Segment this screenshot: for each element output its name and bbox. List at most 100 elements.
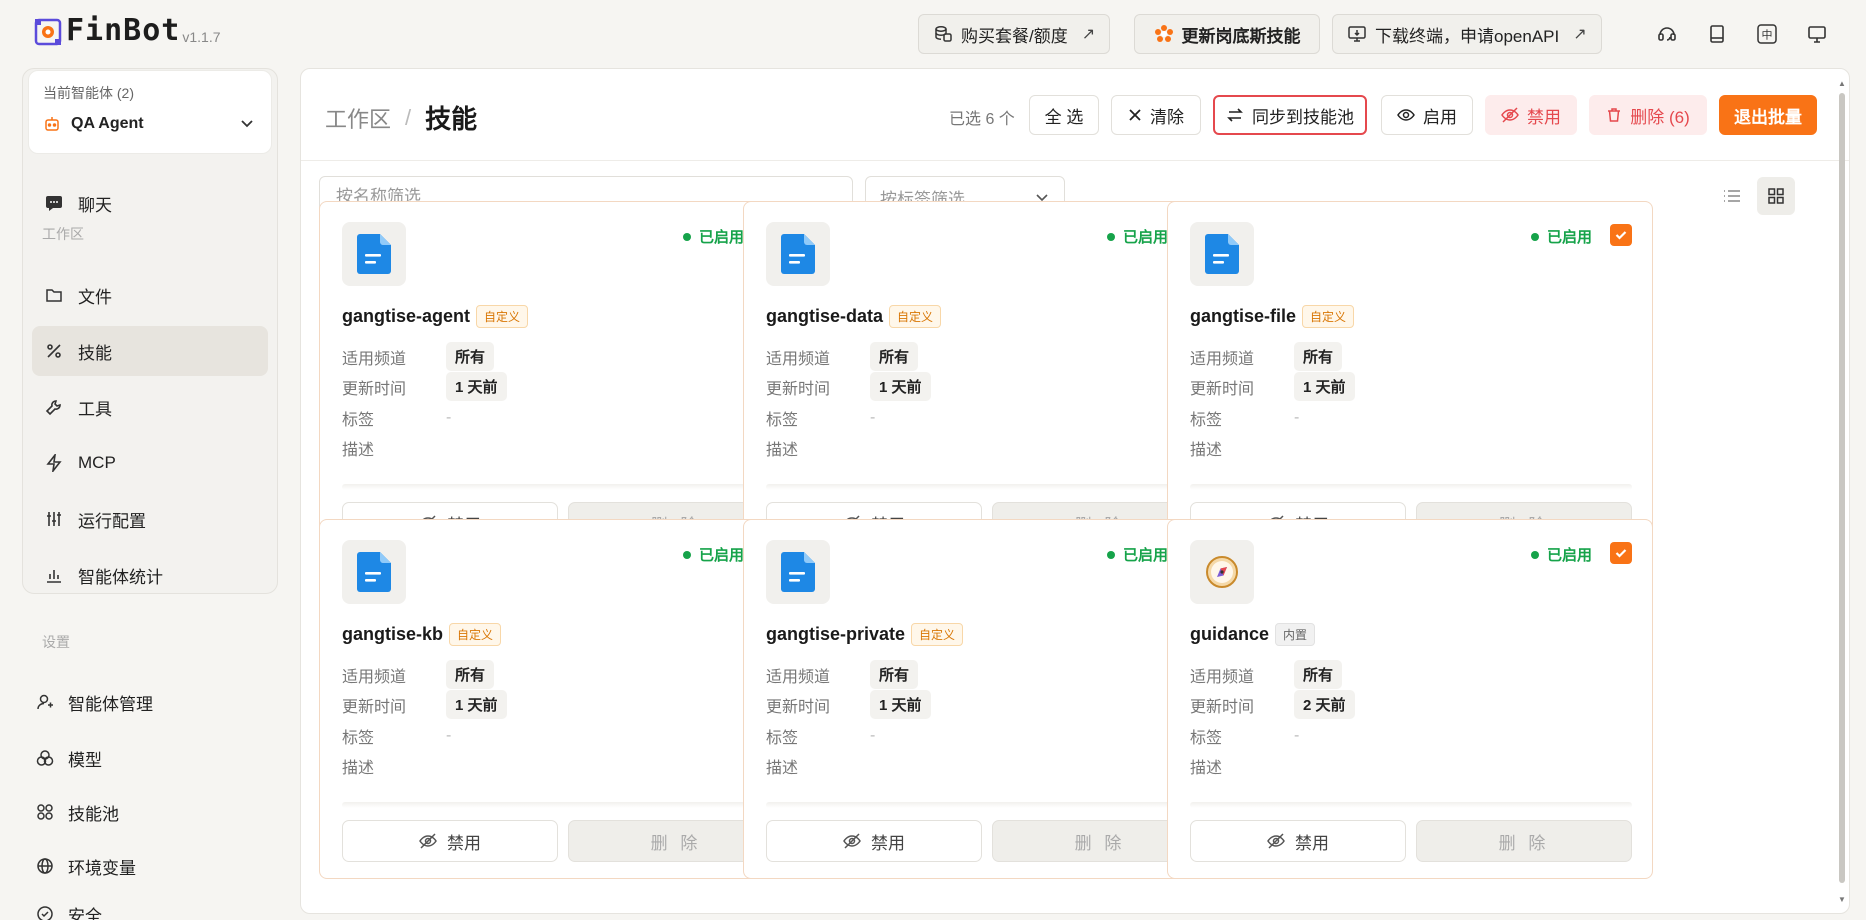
language-icon[interactable]: 中	[1754, 21, 1780, 47]
card-delete-button[interactable]: 删 除	[1416, 820, 1632, 862]
status-badge: 已启用	[682, 226, 744, 247]
status-badge: 已启用	[682, 544, 744, 565]
update-skills-label: 更新岗底斯技能	[1181, 26, 1301, 46]
channel-row: 适用频道 所有	[1190, 660, 1343, 689]
channel-value: 所有	[446, 342, 495, 371]
monitor-icon[interactable]	[1804, 21, 1830, 47]
update-skills-button[interactable]: 更新岗底斯技能	[1134, 14, 1320, 54]
skill-icon-box	[342, 222, 406, 286]
app-name: FinBot	[66, 13, 181, 48]
status-badge: 已启用	[1106, 544, 1168, 565]
settings-section-title: 设置	[42, 634, 70, 650]
tags-value: -	[446, 409, 452, 426]
buy-plan-button[interactable]: 购买套餐/额度 ↗	[918, 14, 1111, 54]
sidebar-item-agent-manage[interactable]: 智能体管理	[34, 680, 153, 724]
enable-button[interactable]: 启用	[1381, 95, 1473, 135]
skill-name: gangtise-kb	[342, 624, 444, 644]
card-delete-label: 删 除	[650, 833, 702, 853]
skill-icon-box	[1190, 540, 1254, 604]
sidebar-item-agent-stats[interactable]: 智能体统计	[32, 550, 268, 600]
sidebar-item-label: 技能	[78, 343, 112, 363]
desc-fade	[766, 484, 1208, 490]
status-dot	[682, 232, 691, 241]
clear-selection-button[interactable]: 清除	[1111, 95, 1201, 135]
card-delete-label: 删 除	[1074, 833, 1126, 853]
desc-row: 描述	[766, 436, 870, 460]
enable-label: 启用	[1423, 107, 1457, 127]
skill-card-gangtise-data[interactable]: 已启用 gangtise-data 自定义 适用频道 所有 更新时间 1 天前 …	[743, 201, 1229, 561]
disable-label: 禁用	[1527, 107, 1561, 127]
sync-to-pool-button[interactable]: 同步到技能池	[1213, 95, 1367, 135]
tags-value: -	[870, 727, 876, 744]
status-badge: 已启用	[1530, 226, 1592, 247]
sidebar-item-skills[interactable]: 技能	[32, 326, 268, 376]
delete-selected-button[interactable]: 删除 (6)	[1589, 95, 1707, 135]
sidebar-item-tools[interactable]: 工具	[32, 382, 268, 432]
exit-batch-button[interactable]: 退出批量	[1719, 95, 1817, 135]
download-terminal-button[interactable]: 下载终端，申请openAPI ↗	[1332, 14, 1602, 54]
scroll-thumb[interactable]	[1839, 93, 1845, 883]
card-disable-button[interactable]: 禁用	[766, 820, 982, 862]
updated-row: 更新时间 1 天前	[342, 690, 507, 719]
skill-title-row: gangtise-data 自定义	[766, 305, 942, 328]
sidebar-item-files[interactable]: 文件	[32, 270, 268, 320]
skill-name: gangtise-private	[766, 624, 906, 644]
grid-pool-icon	[34, 803, 56, 821]
desc-label: 描述	[342, 442, 375, 459]
eye-off-icon	[419, 832, 437, 850]
card-disable-button[interactable]: 禁用	[1190, 820, 1406, 862]
skill-name: gangtise-agent	[342, 306, 471, 326]
status-label: 已启用	[698, 229, 744, 246]
shield-icon	[34, 905, 56, 920]
exit-batch-label: 退出批量	[1734, 107, 1802, 127]
status-label: 已启用	[1546, 547, 1592, 564]
skill-card-gangtise-kb[interactable]: 已启用 gangtise-kb 自定义 适用频道 所有 更新时间 1 天前 标签…	[319, 519, 805, 879]
sidebar-item-security[interactable]: 安全	[34, 892, 102, 920]
brand[interactable]: FinBot v1.1.7	[34, 16, 221, 46]
disable-button[interactable]: 禁用	[1485, 95, 1577, 135]
skill-card-gangtise-private[interactable]: 已启用 gangtise-private 自定义 适用频道 所有 更新时间 1 …	[743, 519, 1229, 879]
sidebar-item-run-config[interactable]: 运行配置	[32, 494, 268, 544]
scroll-up-arrow-icon[interactable]: ▲	[1837, 79, 1847, 89]
list-view-toggle[interactable]	[1713, 177, 1751, 215]
tags-label: 标签	[342, 730, 375, 747]
skill-icon	[44, 342, 64, 360]
scrollbar[interactable]: ▲ ▼	[1837, 79, 1847, 905]
sidebar-item-env-vars[interactable]: 环境变量	[34, 844, 136, 888]
support-icon[interactable]	[1654, 21, 1680, 47]
status-dot	[1530, 232, 1539, 241]
current-agent-selector[interactable]: 当前智能体 (2) QA Agent	[28, 70, 272, 154]
skill-card-gangtise-agent[interactable]: 已启用 gangtise-agent 自定义 适用频道 所有 更新时间 1 天前…	[319, 201, 805, 561]
select-checkbox[interactable]	[1610, 542, 1632, 564]
skill-icon-box	[1190, 222, 1254, 286]
sidebar-item-skill-pool[interactable]: 技能池	[34, 790, 119, 834]
status-label: 已启用	[698, 547, 744, 564]
sidebar-item-mcp[interactable]: MCP	[32, 438, 268, 488]
selected-count: 已选 6 个	[949, 111, 1015, 128]
bar-chart-icon	[44, 566, 64, 584]
grid-view-toggle[interactable]	[1757, 177, 1795, 215]
skill-card-guidance[interactable]: 已启用 guidance 内置 适用频道 所有 更新时间 2 天前 标签 - 描…	[1167, 519, 1653, 879]
select-checkbox[interactable]	[1610, 224, 1632, 246]
status-label: 已启用	[1122, 229, 1168, 246]
updated-row: 更新时间 2 天前	[1190, 690, 1355, 719]
channel-label: 适用频道	[342, 668, 407, 686]
breadcrumb-root[interactable]: 工作区	[325, 102, 391, 134]
status-dot	[1106, 550, 1115, 559]
sidebar-item-chat[interactable]: 聊天	[32, 178, 268, 228]
skill-type-tag: 内置	[1275, 623, 1316, 646]
channel-value: 所有	[870, 342, 919, 371]
main-panel: 工作区 / 技能 已选 6 个 全 选 清除 同步到技能池 启用 禁用 删除 (…	[300, 68, 1850, 914]
svg-text:中: 中	[1762, 29, 1773, 42]
desc-label: 描述	[766, 442, 799, 459]
sidebar-item-models[interactable]: 模型	[34, 736, 102, 780]
status-dot	[1106, 232, 1115, 241]
flower-icon	[1154, 24, 1174, 44]
card-disable-button[interactable]: 禁用	[342, 820, 558, 862]
book-icon[interactable]	[1704, 21, 1730, 47]
scroll-down-arrow-icon[interactable]: ▼	[1837, 895, 1847, 905]
sidebar-item-label: 安全	[68, 906, 102, 920]
chat-icon	[44, 194, 64, 212]
skill-card-gangtise-file[interactable]: 已启用 gangtise-file 自定义 适用频道 所有 更新时间 1 天前 …	[1167, 201, 1653, 561]
select-all-button[interactable]: 全 选	[1029, 95, 1099, 135]
